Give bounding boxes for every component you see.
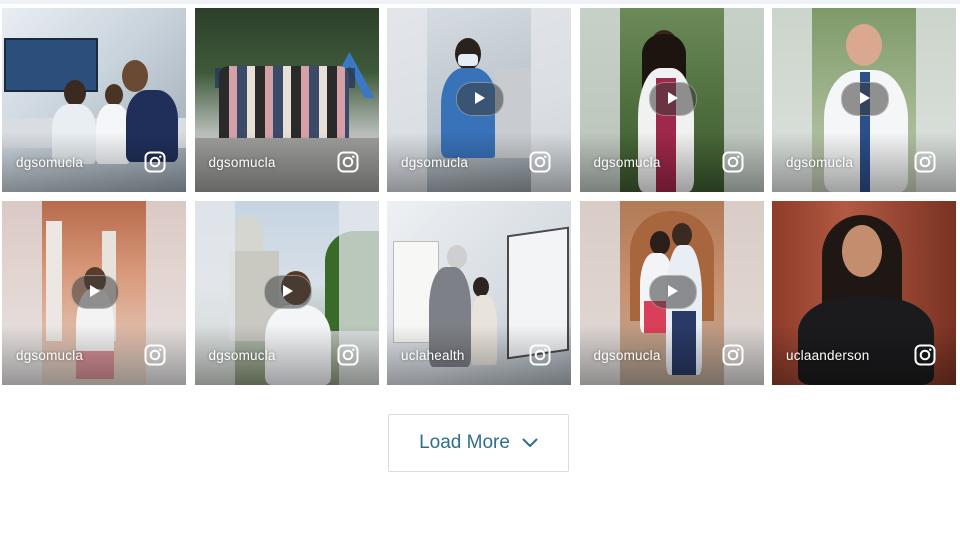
- post-username: dgsomucla: [208, 348, 276, 363]
- load-more-label: Load More: [419, 432, 510, 453]
- load-more-button[interactable]: Load More: [388, 414, 569, 472]
- feed-post-2[interactable]: dgsomucla: [194, 8, 379, 192]
- instagram-feed-grid: dgsomucla dgsomucla dgsomucla dgsomucla …: [2, 8, 958, 385]
- chevron-down-icon: [522, 438, 538, 447]
- post-username: uclahealth: [401, 348, 465, 363]
- instagram-icon: [722, 344, 744, 366]
- feed-post-3[interactable]: dgsomucla: [387, 8, 571, 192]
- post-username: dgsomucla: [593, 155, 661, 170]
- post-username: dgsomucla: [786, 155, 854, 170]
- feed-post-5[interactable]: dgsomucla: [772, 8, 956, 192]
- play-button[interactable]: [263, 275, 312, 309]
- play-button[interactable]: [648, 275, 697, 309]
- feed-post-6[interactable]: dgsomucla: [2, 201, 186, 385]
- feed-post-7[interactable]: dgsomucla: [194, 201, 379, 385]
- post-username: dgsomucla: [16, 155, 84, 170]
- post-username: dgsomucla: [16, 348, 84, 363]
- post-username: dgsomucla: [401, 155, 469, 170]
- feed-post-4[interactable]: dgsomucla: [579, 8, 764, 192]
- feed-post-9[interactable]: dgsomucla: [579, 201, 764, 385]
- feed-post-1[interactable]: dgsomucla: [2, 8, 186, 192]
- play-icon: [282, 285, 293, 297]
- instagram-icon: [529, 151, 551, 173]
- instagram-icon: [529, 344, 551, 366]
- feed-post-8[interactable]: uclahealth: [387, 201, 571, 385]
- instagram-icon: [914, 151, 936, 173]
- post-username: uclaanderson: [786, 348, 870, 363]
- play-button[interactable]: [648, 82, 697, 116]
- instagram-icon: [337, 344, 359, 366]
- post-username: dgsomucla: [208, 155, 276, 170]
- post-username: dgsomucla: [593, 348, 661, 363]
- play-icon: [667, 285, 678, 297]
- play-icon: [90, 285, 100, 297]
- instagram-icon: [337, 151, 359, 173]
- play-button[interactable]: [71, 275, 119, 309]
- play-button[interactable]: [841, 82, 889, 116]
- play-icon: [667, 92, 678, 104]
- play-icon: [860, 92, 870, 104]
- feed-post-10[interactable]: uclaanderson: [772, 201, 956, 385]
- instagram-icon: [144, 344, 166, 366]
- top-border: [0, 0, 960, 4]
- play-icon: [475, 92, 485, 104]
- play-button[interactable]: [456, 82, 504, 116]
- instagram-icon: [144, 151, 166, 173]
- instagram-icon: [722, 151, 744, 173]
- instagram-icon: [914, 344, 936, 366]
